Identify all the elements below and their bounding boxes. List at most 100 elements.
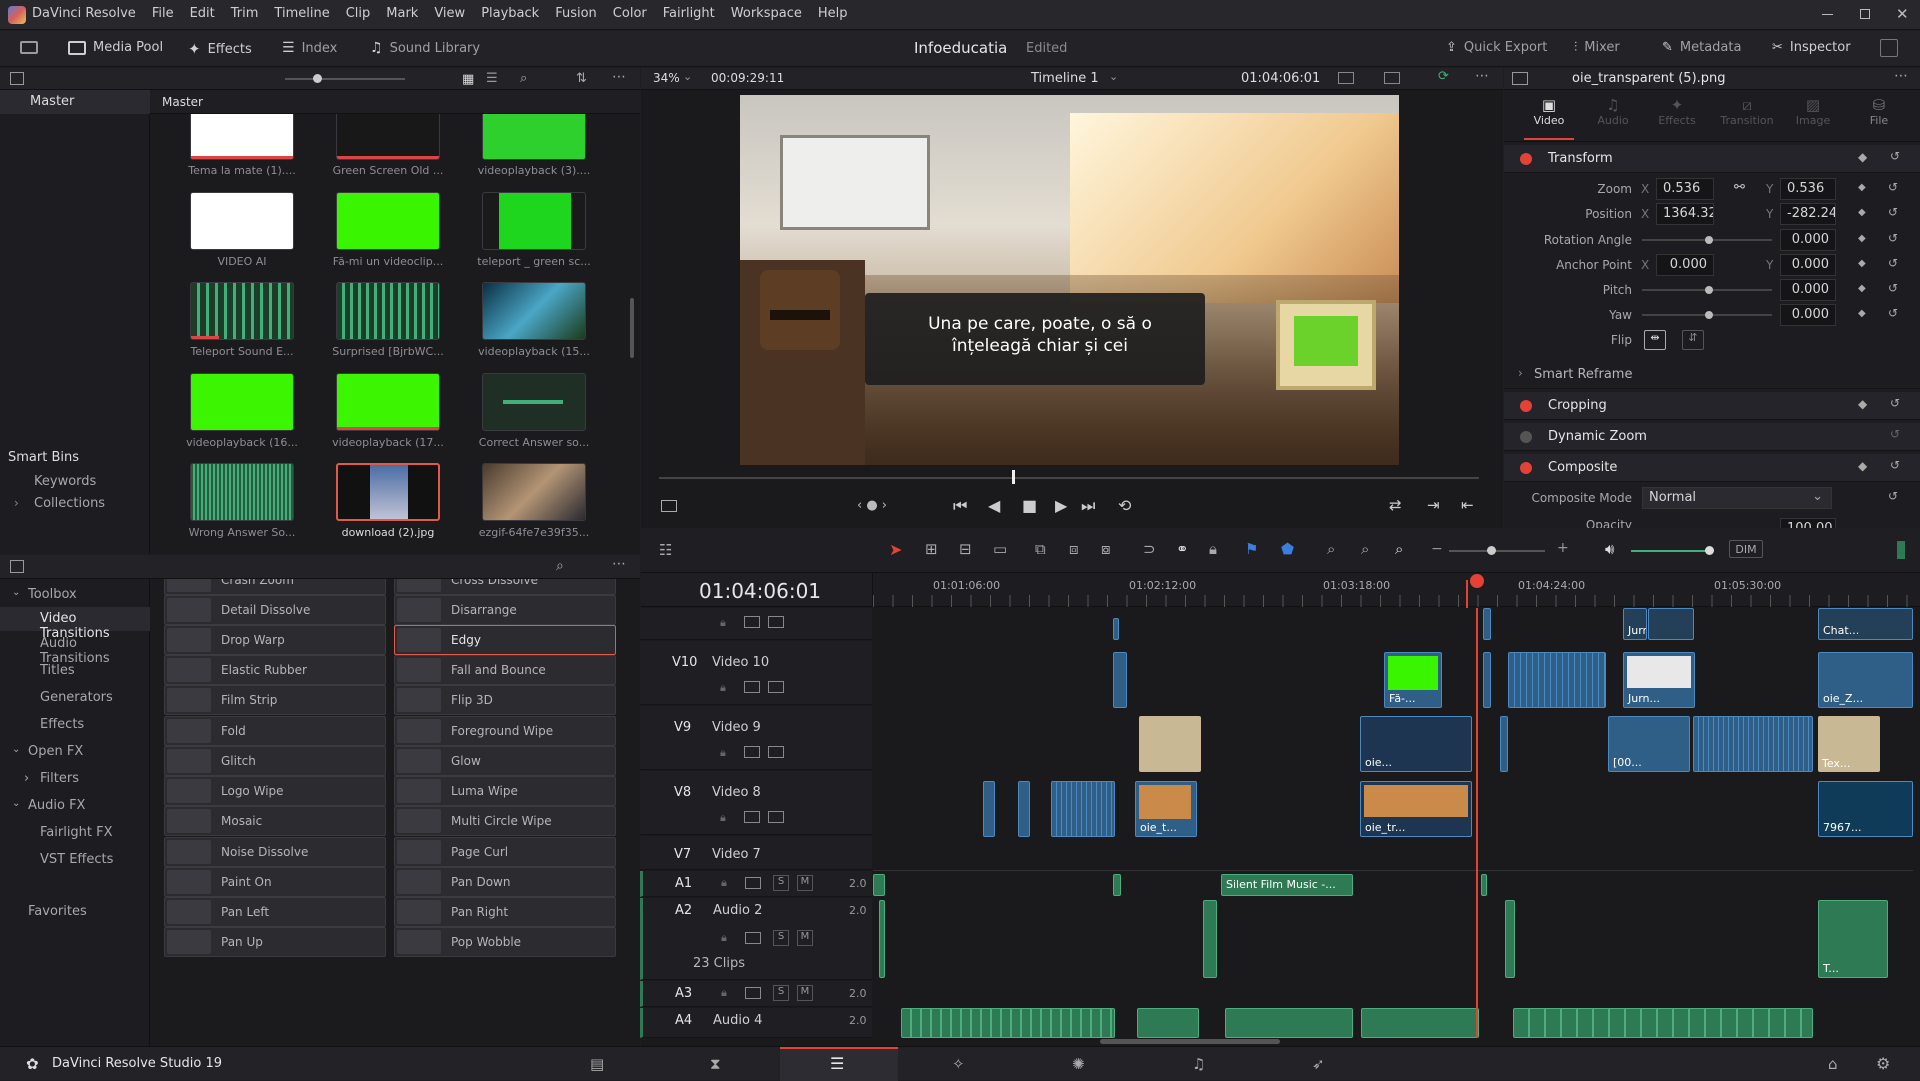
keyframe-icon[interactable]: ◆ bbox=[1858, 308, 1866, 319]
viewer-crop-icon[interactable] bbox=[661, 500, 677, 512]
solo-button[interactable]: S bbox=[773, 985, 789, 1001]
opacity-field[interactable]: 100.00 bbox=[1780, 518, 1836, 528]
audio-clip[interactable] bbox=[1137, 1008, 1199, 1038]
video-clip-group[interactable] bbox=[1693, 716, 1813, 772]
lock-icon[interactable]: 🔒︎ bbox=[720, 811, 726, 825]
zoom-detail-icon[interactable]: ⌕ bbox=[1361, 540, 1369, 558]
composite-mode-select[interactable]: Normal ⌄ bbox=[1642, 487, 1832, 509]
tree-video-transitions[interactable]: Video Transitions bbox=[0, 607, 150, 641]
audio-clip-thumbnail[interactable] bbox=[190, 463, 294, 521]
keyframe-icon[interactable]: ◆ bbox=[1858, 233, 1866, 244]
transition-item[interactable]: Detail Dissolve bbox=[164, 595, 386, 625]
reset-icon[interactable]: ↺ bbox=[1888, 180, 1898, 194]
clip-thumbnail[interactable] bbox=[482, 282, 586, 340]
reset-icon[interactable]: ↺ bbox=[1888, 281, 1898, 295]
transform-section-header[interactable]: Transform ◆ ↺ bbox=[1504, 145, 1920, 173]
loop-icon[interactable]: ⟲ bbox=[1118, 496, 1131, 515]
yaw-field[interactable]: 0.000 bbox=[1780, 304, 1836, 326]
tree-titles[interactable]: Titles bbox=[40, 663, 75, 678]
lock-icon[interactable]: 🔒︎ bbox=[721, 876, 727, 890]
track-visibility-icon[interactable] bbox=[768, 811, 784, 823]
previous-edit-icon[interactable]: ⇤ bbox=[1461, 496, 1474, 514]
video-clip[interactable] bbox=[1113, 618, 1119, 640]
settings-gear-icon[interactable]: ⚙ bbox=[1876, 1054, 1890, 1073]
reset-icon[interactable]: ↺ bbox=[1890, 149, 1900, 163]
track-visibility-icon[interactable] bbox=[768, 746, 784, 758]
transition-item[interactable]: Mosaic bbox=[164, 806, 386, 836]
snapping-icon[interactable]: ⊃ bbox=[1143, 540, 1156, 558]
display-options-icon[interactable] bbox=[1384, 72, 1400, 84]
skip-to-end-icon[interactable]: ⏭ bbox=[1081, 496, 1095, 516]
clip-thumbnail[interactable] bbox=[336, 373, 440, 431]
flag-icon[interactable]: ⚑ bbox=[1245, 540, 1258, 558]
chevron-down-icon[interactable]: ⌄ bbox=[1109, 70, 1118, 83]
search-icon[interactable]: ⌕ bbox=[520, 71, 527, 86]
keyframe-icon[interactable]: ◆ bbox=[1858, 150, 1867, 164]
master-bin[interactable]: Master bbox=[0, 90, 150, 114]
audio-clip-thumbnail[interactable] bbox=[482, 373, 586, 431]
enable-toggle[interactable] bbox=[1520, 462, 1532, 474]
transition-item[interactable]: Disarrange bbox=[394, 595, 616, 625]
audio-clip[interactable] bbox=[879, 900, 885, 978]
edit-page-tab[interactable]: ☰ bbox=[780, 1047, 898, 1081]
auto-track-icon[interactable] bbox=[745, 987, 761, 999]
auto-track-icon[interactable] bbox=[744, 811, 760, 823]
fairlight-page-icon[interactable]: ♫ bbox=[1192, 1055, 1205, 1073]
timeline-ruler[interactable]: 01:01:06:00 01:02:12:00 01:03:18:00 01:0… bbox=[873, 573, 1920, 607]
video-clip[interactable] bbox=[1018, 781, 1030, 837]
zoom-x-field[interactable]: 0.536 bbox=[1656, 178, 1714, 200]
play-reverse-icon[interactable]: ◀ bbox=[988, 496, 1000, 515]
transition-item[interactable]: Cross Dissolve bbox=[394, 579, 616, 595]
volume-slider[interactable] bbox=[1631, 546, 1714, 555]
menu-color[interactable]: Color bbox=[613, 6, 647, 21]
scrubber-playhead[interactable] bbox=[1012, 470, 1015, 484]
tree-filters[interactable]: Filters bbox=[40, 771, 79, 786]
solo-button[interactable]: S bbox=[773, 930, 789, 946]
transition-item[interactable]: Fall and Bounce bbox=[394, 655, 616, 685]
inspector-view-icon[interactable] bbox=[1512, 72, 1528, 85]
auto-track-icon[interactable] bbox=[744, 746, 760, 758]
transition-item-selected[interactable]: Edgy bbox=[394, 625, 616, 655]
reset-icon[interactable]: ↺ bbox=[1890, 458, 1900, 472]
clip-thumbnail[interactable] bbox=[336, 192, 440, 250]
tab-image[interactable]: ▨ Image bbox=[1788, 96, 1838, 127]
more-options-icon[interactable]: ⋯ bbox=[612, 69, 626, 85]
menu-timeline[interactable]: Timeline bbox=[274, 6, 329, 21]
anchor-y-field[interactable]: 0.000 bbox=[1780, 254, 1836, 276]
menu-clip[interactable]: Clip bbox=[346, 6, 371, 21]
transition-item[interactable]: Pan Left bbox=[164, 897, 386, 927]
audio-clip-thumbnail[interactable] bbox=[190, 282, 294, 340]
selected-clip-thumbnail[interactable] bbox=[336, 463, 440, 521]
more-options-icon[interactable]: ⋯ bbox=[1894, 68, 1908, 84]
workspace-layout-icon[interactable] bbox=[20, 41, 38, 54]
lock-icon[interactable]: 🔒︎ bbox=[720, 681, 726, 695]
replace-clip-icon[interactable]: ⧇ bbox=[1101, 540, 1111, 558]
transition-item[interactable]: Foreground Wipe bbox=[394, 716, 616, 746]
video-clip[interactable] bbox=[1113, 652, 1127, 708]
menu-edit[interactable]: Edit bbox=[190, 6, 215, 21]
transition-item[interactable]: Glitch bbox=[164, 746, 386, 776]
fusion-page-icon[interactable]: ✧ bbox=[952, 1055, 965, 1073]
reset-icon[interactable]: ↺ bbox=[1888, 306, 1898, 320]
audio-clip[interactable] bbox=[1203, 900, 1217, 978]
track-name[interactable]: Video 7 bbox=[712, 847, 761, 862]
video-clip-fx[interactable]: oie_tr... bbox=[1360, 781, 1472, 837]
play-icon[interactable]: ▶ bbox=[1055, 496, 1067, 515]
audio-clip[interactable] bbox=[1361, 1008, 1479, 1038]
list-view-icon[interactable]: ☰ bbox=[486, 71, 498, 86]
timeline-zoom-slider[interactable] bbox=[1449, 546, 1545, 555]
anchor-x-field[interactable]: 0.000 bbox=[1656, 254, 1714, 276]
sidebar-toggle-icon[interactable] bbox=[10, 72, 24, 85]
app-logo-icon[interactable] bbox=[8, 6, 26, 24]
flip-vertical-icon[interactable]: ⇵ bbox=[1682, 330, 1704, 350]
chevron-down-icon[interactable]: ⌄ bbox=[12, 744, 20, 755]
reset-icon[interactable]: ↺ bbox=[1888, 231, 1898, 245]
zoom-y-field[interactable]: 0.536 bbox=[1780, 178, 1836, 200]
tree-effects[interactable]: Effects bbox=[40, 717, 84, 732]
lock-icon[interactable]: 🔒︎ bbox=[720, 616, 726, 630]
video-frame[interactable]: Una pe care, poate, o să o înțeleagă chi… bbox=[740, 95, 1399, 465]
audio-clip-group[interactable] bbox=[1513, 1008, 1813, 1038]
chevron-right-icon[interactable]: › bbox=[14, 496, 19, 510]
media-page-icon[interactable]: ▤ bbox=[590, 1055, 604, 1073]
yaw-slider[interactable] bbox=[1642, 311, 1772, 319]
